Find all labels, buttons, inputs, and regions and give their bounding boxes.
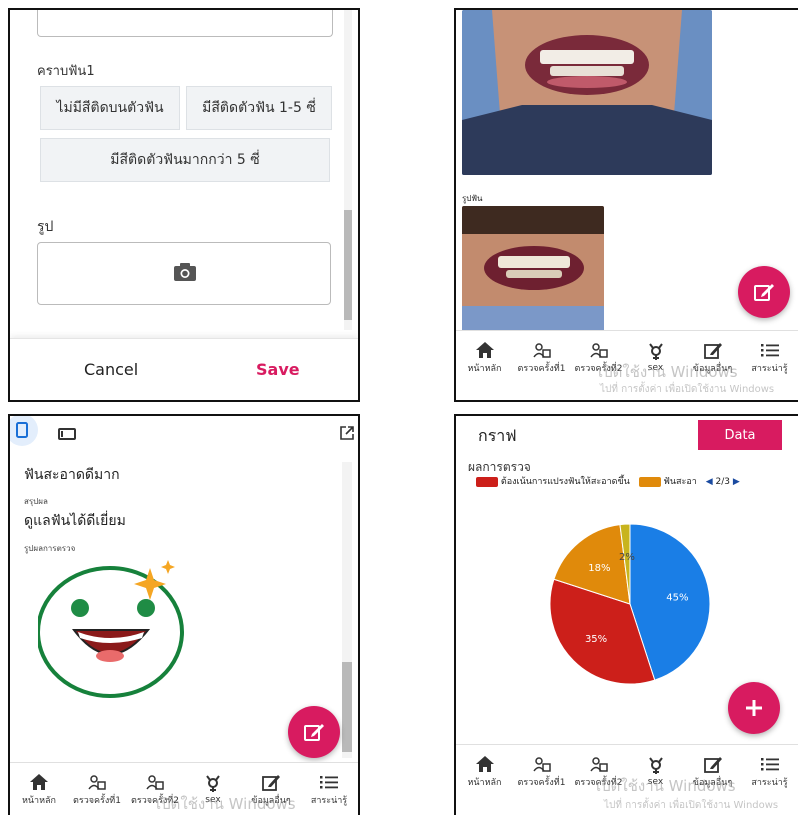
watermark-line2: ไปที่ การตั้งค่า เพื่อเปิดใช้งาน Windows xyxy=(604,800,779,811)
form-dialog-panel: คราบฟัน1 ไม่มีสีติดบนตัวฟัน มีสีติดตัวฟั… xyxy=(8,8,360,402)
nav-home-label: หน้าหลัก xyxy=(21,796,57,806)
chip-no-stain[interactable]: ไม่มีสีติดบนตัวฟัน xyxy=(40,86,180,130)
teeth-photo-1 xyxy=(462,10,712,175)
chart-legend: ต้องเน้นการแปรงฟันให้สะอาดขึ้น ฟันสะอา ◀… xyxy=(476,474,740,488)
edit-icon xyxy=(703,343,722,359)
chip-stain-1-5[interactable]: มีสีติดตัวฟัน 1-5 ซี่ xyxy=(186,86,332,130)
person-card-icon xyxy=(589,757,608,772)
plaque-label: คราบฟัน1 xyxy=(37,64,95,79)
nav-knowledge[interactable]: สาระน่ารู้ xyxy=(300,763,358,815)
watermark-line2: ไปที่ การตั้งค่า เพื่อเปิดใช้งาน Windows xyxy=(600,384,775,395)
watermark-line1: เปิดใช้งาน Windows xyxy=(598,363,738,381)
result-panel: ฟันสะอาดดีมาก สรุปผล ดูแลฟันได้ดีเยี่ยม … xyxy=(8,414,360,815)
nav-home[interactable]: หน้าหลัก xyxy=(456,331,513,385)
view-toolbar xyxy=(10,416,358,452)
edit-icon xyxy=(754,284,774,301)
nav-home[interactable]: หน้าหลัก xyxy=(456,745,513,799)
add-fab-button[interactable] xyxy=(728,682,780,734)
nav-knowledge-label: สาระน่ารู้ xyxy=(310,796,348,806)
photo-label: รูป xyxy=(37,219,54,235)
legend-item-clean[interactable]: ฟันสะอา xyxy=(664,477,697,487)
person-card-icon xyxy=(589,343,608,358)
home-icon xyxy=(475,756,494,772)
happy-face-illustration xyxy=(38,560,184,698)
scrollbar-thumb[interactable] xyxy=(342,662,352,752)
teeth-photo-2 xyxy=(462,206,604,332)
edit-icon xyxy=(262,775,280,791)
nav-knowledge[interactable]: สาระน่ารู้ xyxy=(741,745,798,799)
list-icon xyxy=(320,776,338,789)
nav-home-label: หน้าหลัก xyxy=(467,364,502,374)
list-icon xyxy=(760,344,779,357)
pie-chart: 45% 35% 18% 2% xyxy=(549,523,711,685)
nav-knowledge-label: สาระน่ารู้ xyxy=(751,778,788,788)
nav-exam1-label: ตรวจครั้งที่1 xyxy=(517,364,566,374)
phone-icon xyxy=(16,422,28,438)
edit-icon xyxy=(304,724,324,741)
save-button[interactable]: Save xyxy=(250,359,306,380)
legend-item-brush[interactable]: ต้องเน้นการแปรงฟันให้สะอาดขึ้น xyxy=(501,477,630,487)
pie-label-1: 35% xyxy=(585,634,607,645)
edit-icon xyxy=(703,757,722,773)
gender-icon xyxy=(206,775,220,792)
phone-view-button[interactable] xyxy=(10,416,38,446)
photo-upload-field[interactable] xyxy=(37,242,331,305)
watermark-line1: เปิดใช้งาน Windows xyxy=(596,777,736,795)
pie-label-0: 45% xyxy=(666,592,688,603)
photo-caption: รูปฟัน xyxy=(462,194,483,203)
chart-panel: กราฟ Data ผลการตรวจ ต้องเน้นการแปรงฟันให… xyxy=(454,414,798,815)
chart-page-title: กราฟ xyxy=(478,426,517,445)
pie-label-2: 18% xyxy=(588,563,610,574)
cancel-button[interactable]: Cancel xyxy=(78,359,144,380)
legend-pager: 2/3 xyxy=(715,477,730,487)
nav-home[interactable]: หน้าหลัก xyxy=(10,763,68,815)
scrollbar-thumb[interactable] xyxy=(344,210,352,320)
nav-knowledge-label: สาระน่ารู้ xyxy=(751,364,788,374)
person-card-icon xyxy=(88,775,106,790)
nav-exam1[interactable]: ตรวจครั้งที่1 xyxy=(513,745,570,799)
data-button[interactable]: Data xyxy=(698,420,782,450)
camera-icon xyxy=(174,263,196,281)
plus-icon xyxy=(746,700,762,716)
nav-exam1[interactable]: ตรวจครั้งที่1 xyxy=(513,331,570,385)
nav-home-label: หน้าหลัก xyxy=(467,778,502,788)
photos-panel: รูปฟัน หน้าหลัก ตรวจครั้งที่1 ตรวจครั้งท… xyxy=(454,8,798,402)
chip-stain-over-5[interactable]: มีสีติดตัวฟันมากกว่า 5 ซี่ xyxy=(40,138,330,182)
legend-prev-icon[interactable]: ◀ xyxy=(706,477,713,487)
edit-fab-button[interactable] xyxy=(288,706,340,758)
legend-next-icon[interactable]: ▶ xyxy=(733,477,740,487)
home-icon xyxy=(30,774,48,790)
result-heading: ฟันสะอาดดีมาก xyxy=(24,467,120,483)
watermark-line1: เปิดใช้งาน Windows xyxy=(156,795,296,813)
person-card-icon xyxy=(532,757,551,772)
nav-knowledge[interactable]: สาระน่ารู้ xyxy=(741,331,798,385)
gender-icon xyxy=(648,343,663,360)
legend-swatch xyxy=(476,476,498,487)
dialog-actions: Cancel Save xyxy=(10,338,358,400)
nav-exam1[interactable]: ตรวจครั้งที่1 xyxy=(68,763,126,815)
legend-swatch xyxy=(638,476,661,487)
summary-value: ดูแลฟันได้ดีเยี่ยม xyxy=(24,513,126,529)
summary-label: สรุปผล xyxy=(24,497,48,506)
edit-fab-button[interactable] xyxy=(738,266,790,318)
list-icon xyxy=(760,758,779,771)
pie-label-3: 2% xyxy=(619,552,635,563)
nav-exam1-label: ตรวจครั้งที่1 xyxy=(517,778,566,788)
gender-icon xyxy=(648,757,663,774)
person-card-icon xyxy=(146,775,164,790)
nav-exam1-label: ตรวจครั้งที่1 xyxy=(73,796,121,806)
text-field[interactable] xyxy=(37,10,333,37)
home-icon xyxy=(475,342,494,358)
open-external-icon[interactable] xyxy=(340,426,354,440)
person-card-icon xyxy=(532,343,551,358)
result-image-label: รูปผลการตรวจ xyxy=(24,544,76,553)
tablet-icon[interactable] xyxy=(58,428,76,440)
